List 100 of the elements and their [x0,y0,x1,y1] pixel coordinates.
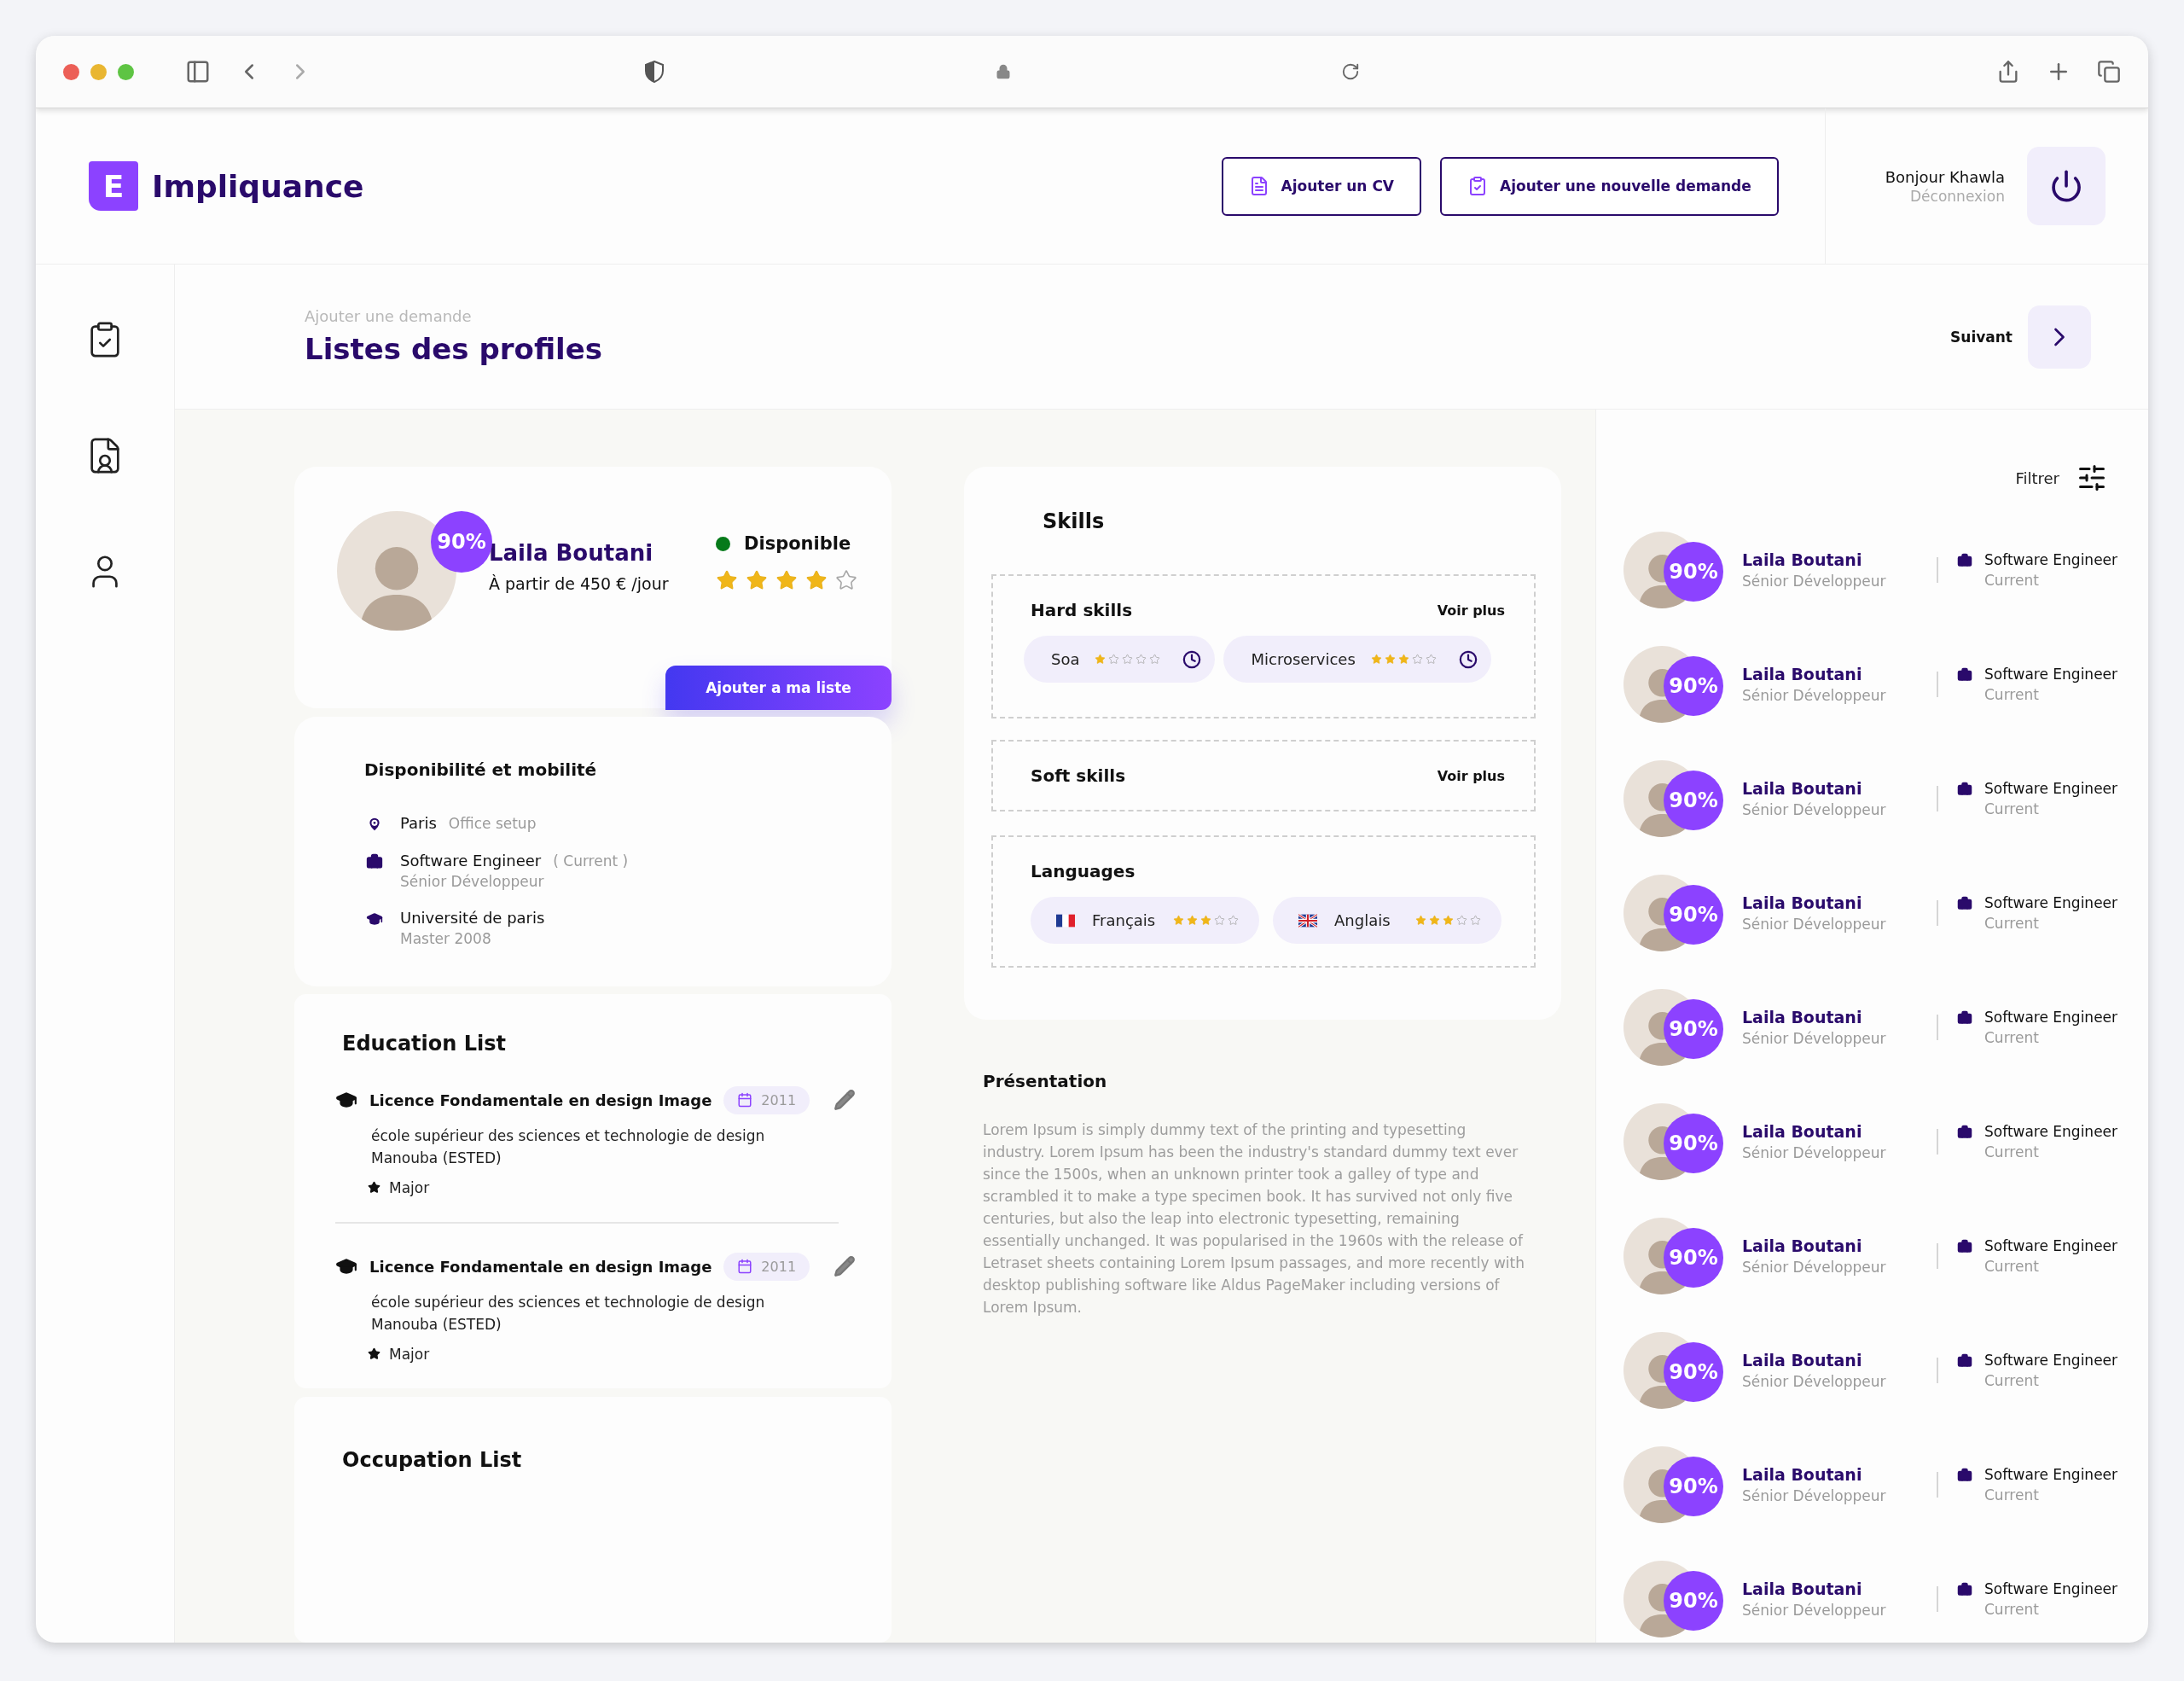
see-more-link[interactable]: Voir plus [1437,602,1505,619]
calendar-icon [737,1259,753,1275]
honor-label: Major [389,1345,430,1363]
candidate-name: Laila Boutani [1742,665,1863,683]
briefcase-icon [1957,1353,1972,1369]
job-title: Software Engineer [1984,1580,2118,1597]
job-status: Current [1984,572,2040,589]
header-button[interactable]: Ajouter une nouvelle demande [1440,156,1779,216]
info-label: Software Engineer [400,852,542,870]
star-icon [1456,915,1467,926]
edit-button[interactable] [834,1089,857,1112]
candidate-row[interactable]: 90% Laila Boutani Sénior Développeur Software Engineer Current [1623,760,2148,837]
job-title: Software Engineer [1984,780,2118,797]
candidate-role: Sénior Développeur [1742,1602,1887,1619]
candidate-role: Sénior Développeur [1742,1487,1887,1504]
candidate-name: Laila Boutani [1742,550,1863,569]
briefcase-icon [1957,1125,1972,1140]
star-icon [835,569,857,591]
job-status: Current [1984,915,2040,932]
filter-label: Filtrer [2015,468,2059,487]
skill-name: Soa [1051,650,1080,668]
candidate-row[interactable]: 90% Laila Boutani Sénior Développeur Software Engineer Current [1623,1103,2148,1180]
briefcase-icon [1957,667,1972,683]
section-title: Hard skills [1031,600,1133,620]
candidate-name: Laila Boutani [1742,1579,1863,1598]
star-icon [746,569,768,591]
presentation-text: Lorem Ipsum is simply dummy text of the printing and typesetting industry. Lorem Ipsum has been the industry's standard dummy text ever since the 1500s, when an unknown printer took a galley of type and scrambled it to make a type specimen book. It has survived not only five centuries, but also the leap into electronic typesetting, remaining essentially unchanged. It was popularised in the 1960s with the release of Letraset sheets containing Lorem Ipsum passages, and more recently with desktop publishing software like Aldus PageMaker including versions of Lorem Ipsum. [983,1120,1526,1317]
candidate-role: Sénior Développeur [1742,801,1887,818]
job-title: Software Engineer [1984,551,2118,568]
candidate-name: Laila Boutani [1742,1351,1863,1370]
header-button[interactable]: Ajouter un CV [1221,156,1421,216]
education-title: Licence Fondamentale en design Image [369,1091,712,1109]
filter-icon[interactable] [2077,462,2107,493]
candidate-row[interactable]: 90% Laila Boutani Sénior Développeur Software Engineer Current [1623,1561,2148,1637]
star-icon [1214,915,1225,926]
star-icon [1370,654,1382,665]
star-icon [1228,915,1239,926]
info-note: Office setup [448,815,537,833]
job-status: Current [1984,1143,2040,1160]
language-name: Anglais [1334,911,1391,929]
candidate-role: Sénior Développeur [1742,687,1887,704]
flag-icon [1056,913,1075,928]
star-icon [1095,654,1107,665]
candidate-role: Sénior Développeur [1742,1373,1887,1390]
star-icon [1470,915,1481,926]
edit-button[interactable] [834,1255,857,1278]
job-title: Software Engineer [1984,1352,2118,1369]
info-subtext: Sénior Développeur [400,873,545,891]
info-label: Université de paris [400,909,545,928]
candidate-name: Laila Boutani [1742,779,1863,798]
star-icon [1384,654,1396,665]
star-icon [805,569,828,591]
job-title: Software Engineer [1984,1237,2118,1254]
tabs-icon[interactable] [2097,60,2121,84]
candidate-row[interactable]: 90% Laila Boutani Sénior Développeur Software Engineer Current [1623,1332,2148,1409]
candidate-role: Sénior Développeur [1742,1030,1887,1047]
honor-label: Major [389,1178,430,1196]
star-icon [1187,915,1198,926]
job-status: Current [1984,686,2040,703]
flag-icon [1298,913,1317,928]
candidate-row[interactable]: 90% Laila Boutani Sénior Développeur Software Engineer Current [1623,1446,2148,1523]
add-to-list-button[interactable]: Ajouter a ma liste [665,666,892,710]
section-title: Languages [1031,861,1136,881]
logo-mark: E [89,161,138,211]
candidate-name: Laila Boutani [1742,1122,1863,1141]
job-title: Software Engineer [1984,666,2118,683]
card-title: Disponibilité et mobilité [364,759,598,781]
power-button[interactable] [2027,147,2106,225]
shield-icon[interactable] [643,61,665,83]
calendar-icon [737,1092,753,1108]
close-window-icon[interactable] [63,63,79,80]
pencil-icon [834,1089,857,1112]
candidate-row[interactable]: 90% Laila Boutani Sénior Développeur Software Engineer Current [1623,1218,2148,1294]
candidate-row[interactable]: 90% Laila Boutani Sénior Développeur Software Engineer Current [1623,646,2148,723]
card-title: Skills [1043,509,1106,533]
job-status: Current [1984,800,2040,817]
star-icon [1136,654,1147,665]
reload-icon[interactable] [1341,62,1361,81]
briefcase-icon [1957,1468,1972,1483]
star-icon [1443,915,1454,926]
candidate-role: Sénior Développeur [1742,916,1887,933]
candidate-row[interactable]: 90% Laila Boutani Sénior Développeur Software Engineer Current [1623,875,2148,951]
candidate-role: Sénior Développeur [1742,1259,1887,1276]
candidate-name: Laila Boutani [1742,1465,1863,1484]
star-icon [368,1347,380,1361]
briefcase-icon [1957,782,1972,797]
candidate-row[interactable]: 90% Laila Boutani Sénior Développeur Software Engineer Current [1623,532,2148,608]
sidebar-toggle-icon[interactable] [185,59,211,84]
see-more-link[interactable]: Voir plus [1437,767,1505,784]
card-title: Education List [342,1031,507,1056]
job-title: Software Engineer [1984,894,2118,911]
clock-icon [1458,649,1478,669]
star-icon [775,569,798,591]
briefcase-icon [366,853,383,871]
pencil-icon [834,1255,857,1278]
candidate-row[interactable]: 90% Laila Boutani Sénior Développeur Software Engineer Current [1623,989,2148,1066]
candidate-name: Laila Boutani [1742,1008,1863,1027]
briefcase-icon [1957,553,1972,568]
star-icon [1429,915,1440,926]
job-status: Current [1984,1029,2040,1046]
